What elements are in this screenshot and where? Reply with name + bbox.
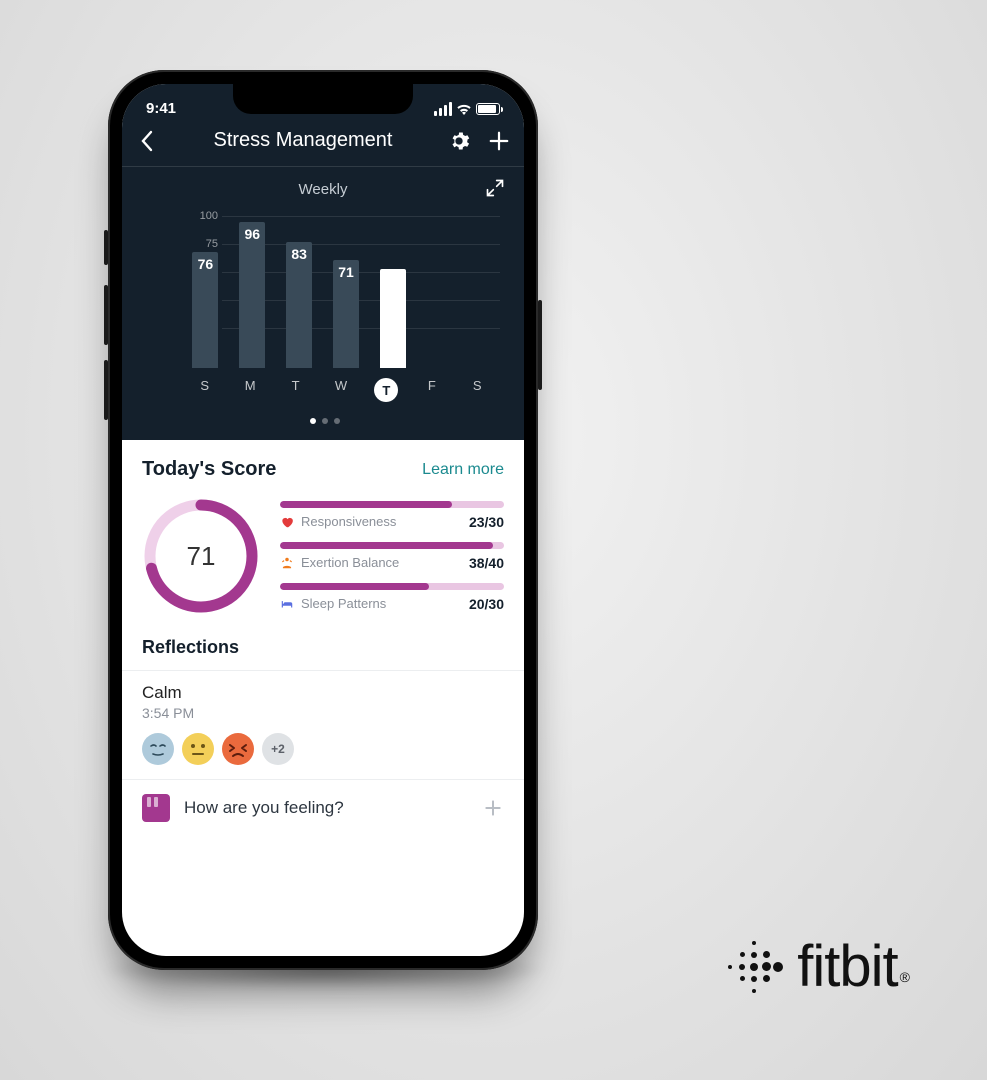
metric-label: Sleep Patterns (280, 596, 386, 611)
metric-value: 23/30 (469, 514, 504, 530)
weekly-chart[interactable]: 0255075100 76968371 SMTWTFS (122, 206, 524, 440)
screen: 9:41 Stress Management (122, 84, 524, 956)
score-value: 71 (142, 497, 260, 615)
add-feeling-button[interactable] (482, 797, 504, 819)
reflection-time: 3:54 PM (142, 705, 504, 721)
bar-col[interactable]: 96 (229, 216, 276, 368)
battery-icon (476, 103, 500, 115)
mood-stressed-icon[interactable] (222, 733, 254, 765)
score-ring: 71 (142, 497, 260, 615)
back-button[interactable] (136, 130, 158, 152)
chart-bar[interactable]: 71 (333, 260, 359, 368)
mood-calm-icon[interactable] (142, 733, 174, 765)
add-button[interactable] (488, 130, 510, 152)
chart-tab-label[interactable]: Weekly (299, 181, 348, 198)
metric-value: 38/40 (469, 555, 504, 571)
metric-label: Responsiveness (280, 514, 396, 529)
page-title: Stress Management (214, 129, 393, 152)
mood-more[interactable]: +2 (262, 733, 294, 765)
expand-button[interactable] (484, 177, 506, 199)
reflection-name: Calm (142, 683, 504, 703)
x-label[interactable]: S (455, 378, 500, 402)
learn-more-link[interactable]: Learn more (422, 461, 504, 479)
fitbit-mark-icon (725, 938, 783, 996)
x-label[interactable]: S (182, 378, 227, 402)
status-time: 9:41 (146, 100, 176, 117)
bar-value: 76 (198, 256, 214, 272)
x-label[interactable]: F (409, 378, 454, 402)
settings-button[interactable] (448, 130, 470, 152)
bar-value: 96 (244, 226, 260, 242)
bar-col[interactable] (463, 216, 510, 368)
chart-bar[interactable] (380, 269, 406, 368)
reflection-entry[interactable]: Calm 3:54 PM +2 (122, 671, 524, 779)
metric-label: Exertion Balance (280, 555, 399, 570)
heart-icon (280, 515, 294, 529)
bar-col[interactable]: 71 (323, 216, 370, 368)
wifi-icon (456, 103, 472, 115)
metric-row[interactable]: Responsiveness 23/30 (280, 501, 504, 530)
chart-bar[interactable]: 76 (192, 252, 218, 368)
x-label[interactable]: W (318, 378, 363, 402)
journal-icon (142, 794, 170, 822)
fitbit-logo: fitbit® (725, 933, 907, 1000)
log-feeling-row[interactable]: How are you feeling? (122, 779, 524, 846)
reflections-title: Reflections (122, 629, 524, 671)
score-title: Today's Score (142, 458, 276, 481)
notch (233, 84, 413, 114)
feeling-prompt: How are you feeling? (184, 798, 468, 818)
chart-bar[interactable]: 96 (239, 222, 265, 368)
metric-row[interactable]: Sleep Patterns 20/30 (280, 583, 504, 612)
bar-col[interactable] (416, 216, 463, 368)
x-label[interactable]: T (273, 378, 318, 402)
page-dots[interactable] (136, 408, 514, 440)
x-label[interactable]: T (364, 378, 409, 402)
bar-col[interactable]: 76 (182, 216, 229, 368)
person-icon (280, 556, 294, 570)
phone-frame: 9:41 Stress Management (108, 70, 538, 970)
bed-icon (280, 597, 294, 611)
mood-neutral-icon[interactable] (182, 733, 214, 765)
metric-row[interactable]: Exertion Balance 38/40 (280, 542, 504, 571)
bar-value: 71 (338, 264, 354, 280)
brand-name: fitbit (797, 934, 897, 999)
x-label[interactable]: M (227, 378, 272, 402)
bar-col[interactable] (369, 216, 416, 368)
bar-col[interactable]: 83 (276, 216, 323, 368)
chart-bar[interactable]: 83 (286, 242, 312, 368)
metric-value: 20/30 (469, 596, 504, 612)
signal-icon (434, 102, 452, 116)
bar-value: 83 (291, 246, 307, 262)
